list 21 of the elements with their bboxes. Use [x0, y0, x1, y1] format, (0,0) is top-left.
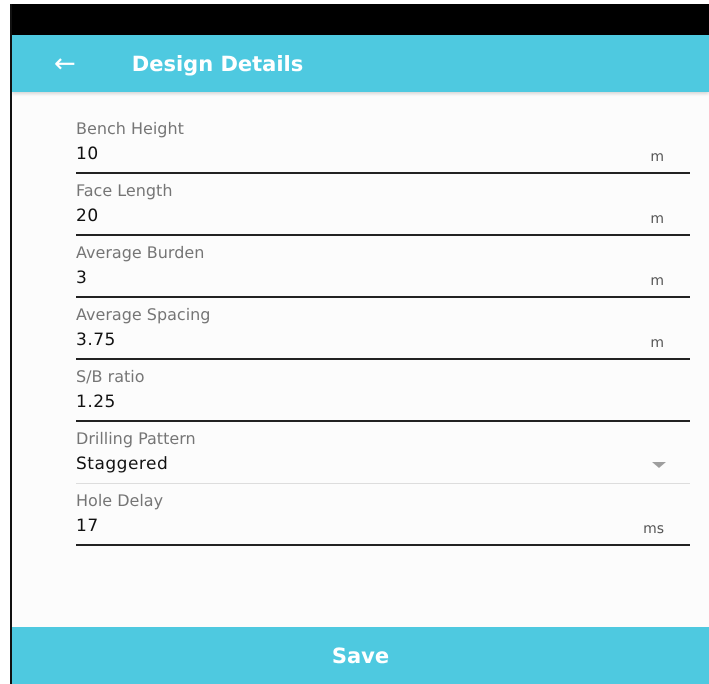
input-field[interactable]: 10 m: [76, 140, 690, 174]
input-field[interactable]: 1.25: [76, 388, 690, 422]
caret-icon: [652, 462, 666, 468]
input-field[interactable]: 20 m: [76, 202, 690, 236]
field-label: Average Burden: [76, 242, 206, 264]
input-field[interactable]: 3.75 m: [76, 326, 690, 360]
field-label: Hole Delay: [76, 490, 164, 512]
unit-label: m: [650, 210, 664, 228]
field-label: Average Spacing: [76, 304, 212, 326]
field-label: Face Length: [76, 180, 174, 202]
unit-label: m: [650, 272, 664, 290]
field-label: Drilling Pattern: [76, 428, 197, 450]
dropdown[interactable]: Staggered: [76, 450, 690, 484]
input-field[interactable]: 17 ms: [76, 512, 690, 546]
screen-title: Design Details: [132, 52, 304, 76]
input-field[interactable]: 3 m: [76, 264, 690, 298]
field-label: S/B ratio: [76, 366, 146, 388]
unit-label: m: [650, 334, 664, 352]
field-label: Bench Height: [76, 118, 185, 140]
unit-label: m: [650, 148, 664, 166]
unit-label: ms: [643, 520, 664, 538]
